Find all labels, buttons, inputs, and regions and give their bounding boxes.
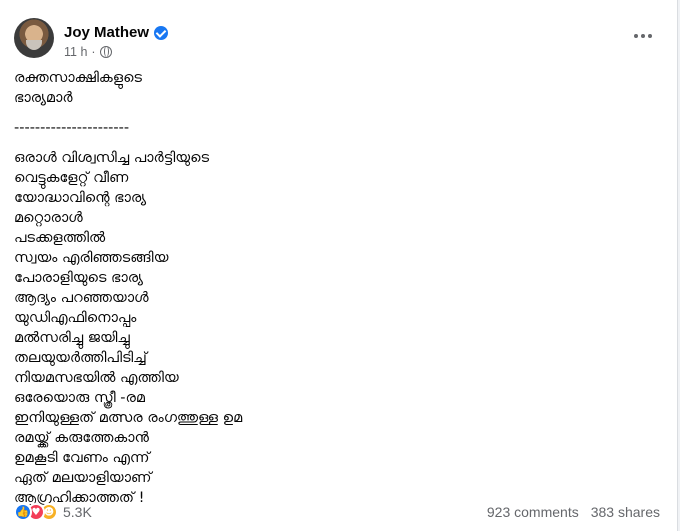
post-line: യോദ്ധാവിന്റെ ഭാര്യ xyxy=(14,190,147,206)
comments-count[interactable]: 923 comments xyxy=(487,504,579,520)
post-line: ആദ്യം പറഞ്ഞയാൾ xyxy=(14,290,149,306)
post-meta: 11 h · xyxy=(64,45,112,59)
post-line: ---------------------- xyxy=(14,120,130,136)
globe-icon[interactable] xyxy=(99,46,112,58)
post-line: ഏത് മലയാളിയാണ് xyxy=(14,470,152,486)
post-stats: 923 comments 383 shares xyxy=(487,504,660,520)
post-time[interactable]: 11 h xyxy=(64,45,87,59)
post-line: രമയ്ക്ക് കരുത്തേകാൻ xyxy=(14,430,149,446)
post-line: ഒരാൾ വിശ്വസിച്ച പാർട്ടിയുടെ xyxy=(14,150,210,166)
reactions-summary[interactable]: 👍 ♥ ☻ 5.3K xyxy=(14,503,92,521)
like-icon: 👍 xyxy=(14,503,32,521)
post-line: ഉമകൂടി വേണം എന്ന് xyxy=(14,450,150,466)
post-line: മൽസരിച്ചു ജയിച്ചു xyxy=(14,330,130,346)
post-line: ഇനിയുള്ളത് മത്സര രംഗത്തുള്ള ഉമ xyxy=(14,410,243,426)
more-options-icon[interactable] xyxy=(630,28,656,44)
post-line: ഒരേയൊരു സ്ത്രീ -രമ xyxy=(14,390,145,406)
meta-separator: · xyxy=(91,45,96,59)
post-line: നിയമസഭയിൽ എത്തിയ xyxy=(14,370,179,386)
post-line: തലയുയർത്തിപിടിച്ച് xyxy=(14,350,147,366)
avatar[interactable] xyxy=(14,18,54,58)
verified-badge-icon xyxy=(154,25,169,40)
author-name[interactable]: Joy Mathew xyxy=(64,24,149,41)
reaction-count[interactable]: 5.3K xyxy=(63,504,92,520)
post-line: മറ്റൊരാൾ xyxy=(14,210,83,226)
post-line: വെട്ടുകളേറ്റ് വീണ xyxy=(14,170,129,186)
post-line: യുഡിഎഫിനൊപ്പം xyxy=(14,310,137,326)
post-footer: 👍 ♥ ☻ 5.3K 923 comments 383 shares xyxy=(14,500,664,524)
post-line: പോരാളിയുടെ ഭാര്യ xyxy=(14,270,143,286)
shares-count[interactable]: 383 shares xyxy=(591,504,660,520)
post-card: Joy Mathew 11 h · രക്തസാക്ഷികളുടെ ഭാര്യമാ… xyxy=(0,0,678,531)
post-header: Joy Mathew 11 h · xyxy=(14,14,664,62)
post-line: ഭാര്യമാർ xyxy=(14,90,73,106)
author-row: Joy Mathew xyxy=(64,24,169,41)
post-line: സ്വയം എരിഞ്ഞടങ്ങിയ xyxy=(14,250,169,266)
post-text: രക്തസാക്ഷികളുടെ ഭാര്യമാർ -----------------… xyxy=(14,68,654,508)
post-line: പടക്കളത്തിൽ xyxy=(14,230,106,246)
post-line: രക്തസാക്ഷികളുടെ xyxy=(14,70,142,86)
